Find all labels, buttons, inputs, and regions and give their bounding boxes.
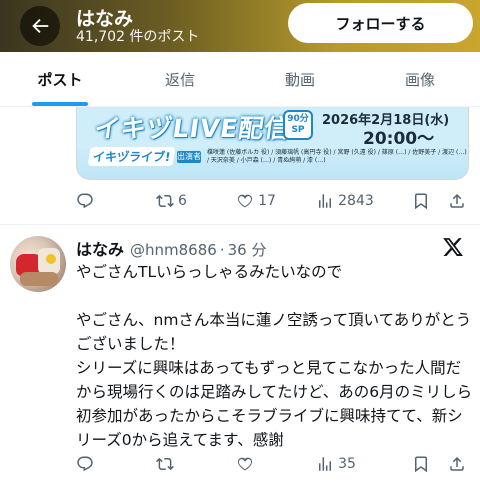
repost-button[interactable]: 6 (156, 192, 236, 210)
tweet-timestamp[interactable]: 36 分 (228, 239, 267, 260)
tab-videos[interactable]: 動画 (240, 52, 360, 106)
banner-time: 20:00～ (363, 129, 435, 149)
banner-title: イキヅLIVE配信 (92, 114, 293, 143)
avatar-shape (46, 254, 56, 264)
views-button[interactable]: 2843 (316, 192, 404, 210)
reply-button[interactable] (76, 192, 156, 210)
tweet-separator: · (219, 241, 225, 259)
back-button[interactable] (20, 6, 60, 46)
profile-header: はなみ 41,702 件のポスト フォローする (0, 0, 480, 52)
repost-icon (156, 194, 174, 208)
avatar-shape (20, 272, 58, 286)
post-divider (0, 224, 480, 225)
like-icon (238, 194, 253, 208)
views-icon (319, 457, 332, 471)
bookmark-button[interactable] (412, 192, 430, 210)
tab-posts[interactable]: ポスト (0, 52, 120, 106)
bookmark-button[interactable] (412, 455, 430, 473)
banner-cast-tag: 出演者 (177, 151, 201, 163)
profile-tabs: ポスト 返信 動画 画像 (0, 52, 480, 107)
banner-duration-badge: 90分 SP (283, 110, 313, 140)
views-button[interactable]: 35 (316, 455, 404, 473)
reply-icon (77, 193, 93, 209)
tab-replies[interactable]: 返信 (120, 52, 240, 106)
repost-icon (156, 457, 174, 471)
like-count: 17 (258, 193, 276, 209)
share-button[interactable] (448, 455, 466, 473)
post-actions: 35 (76, 452, 466, 476)
tweet-text: やごさんTLいらっしゃるみたいなので やごさん、nmさん本当に蓮ノ空誘って頂いて… (76, 263, 473, 449)
tab-label: 返信 (164, 70, 195, 89)
post-count: 41,702 件のポスト (76, 29, 200, 45)
repost-button[interactable] (156, 455, 236, 473)
share-button[interactable] (448, 192, 466, 210)
x-logo-icon (443, 238, 463, 256)
share-icon (450, 456, 464, 471)
tweet-author-handle[interactable]: @hnm8686 (130, 241, 217, 259)
post-media-image[interactable]: イキヅLIVE配信 90分 SP 2026年2月18日(水) 20:00～ イキ… (76, 107, 469, 180)
back-arrow-icon (32, 18, 49, 34)
tweet-header: はなみ @hnm8686 · 36 分 (76, 236, 267, 260)
tab-label: 画像 (404, 70, 435, 89)
like-icon (238, 457, 253, 471)
tweet-author-name[interactable]: はなみ (76, 236, 124, 260)
like-button[interactable]: 17 (236, 192, 316, 210)
reply-icon (77, 456, 93, 472)
bookmark-icon (415, 456, 427, 473)
like-button[interactable] (236, 455, 316, 473)
repost-count: 6 (178, 193, 187, 209)
tab-images[interactable]: 画像 (360, 52, 480, 106)
post-actions: 6 17 2843 (76, 189, 466, 213)
share-icon (450, 193, 464, 208)
tab-label: 動画 (284, 70, 315, 89)
views-count: 35 (338, 456, 356, 472)
reply-button[interactable] (76, 455, 156, 473)
banner-logo: イキヅライブ! (87, 147, 176, 166)
follow-button[interactable]: フォローする (288, 3, 473, 43)
views-icon (319, 194, 332, 208)
views-count: 2843 (338, 193, 374, 209)
bookmark-icon (415, 193, 427, 210)
tab-label: ポスト (37, 70, 83, 89)
tab-active-indicator (32, 102, 88, 106)
banner-cast-list: 楪咲蓮 (佐藤ボルカ 役) / 須藤璃帆 (高円寺 役) / 宮野 (久遠 役)… (207, 149, 467, 164)
avatar[interactable] (10, 236, 66, 292)
